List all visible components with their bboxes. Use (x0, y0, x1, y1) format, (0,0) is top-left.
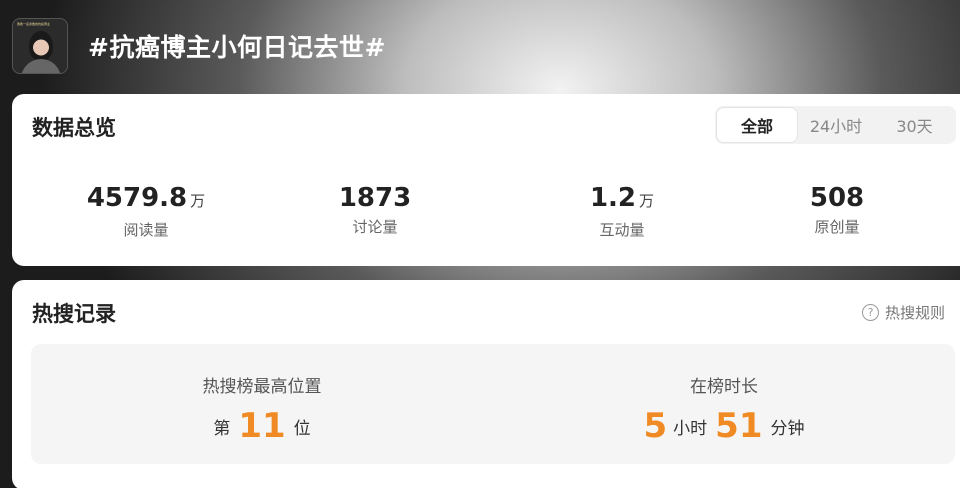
hot-search-rules-link[interactable]: ? 热搜规则 (862, 302, 945, 323)
reads-value: 4579.8 (86, 183, 188, 213)
interactions-unit: 万 (639, 192, 655, 210)
peak-rank: 11 (238, 406, 286, 446)
hot-search-title: 热搜记录 (32, 302, 116, 326)
portrait-body (21, 59, 61, 73)
hot-search-card: 热搜记录 ? 热搜规则 热搜榜最高位置 第 11 位 在榜时长 5 小时 51 分钟 (12, 280, 960, 488)
original-value: 508 (809, 183, 865, 213)
peak-suffix: 位 (293, 419, 311, 439)
reads-label: 阅读量 (123, 221, 169, 239)
reads-unit: 万 (190, 192, 206, 210)
peak-prefix: 第 (213, 419, 231, 439)
interactions-value: 1.2 (589, 183, 637, 213)
rules-label: 热搜规则 (885, 304, 946, 322)
stat-original: 508 原创量 (737, 182, 937, 237)
hot-search-panel: 热搜榜最高位置 第 11 位 在榜时长 5 小时 51 分钟 (31, 344, 955, 464)
question-icon: ? (862, 304, 879, 321)
peak-position: 热搜榜最高位置 第 11 位 (31, 344, 493, 464)
tab-24h[interactable]: 24小时 (797, 108, 875, 142)
tab-all[interactable]: 全部 (717, 108, 797, 142)
thumbnail-caption: 致敬一名勇敢的抗癌博主 (17, 22, 51, 26)
stat-reads: 4579.8 万 阅读量 (46, 182, 246, 240)
duration-hours: 5 (643, 406, 668, 446)
stat-value: 1873 (275, 182, 475, 214)
discussions-label: 讨论量 (352, 218, 398, 236)
overview-title: 数据总览 (32, 116, 116, 140)
topic-header: 致敬一名勇敢的抗癌博主 #抗癌博主小何日记去世# (0, 0, 960, 94)
portrait-image (29, 31, 53, 61)
interactions-label: 互动量 (599, 221, 645, 239)
peak-value-row: 第 11 位 (31, 406, 493, 446)
original-label: 原创量 (814, 218, 860, 236)
duration-value-row: 5 小时 51 分钟 (493, 406, 955, 446)
stat-value: 4579.8 万 (46, 182, 246, 217)
stat-value: 1.2 万 (522, 182, 722, 217)
duration-label: 在榜时长 (690, 377, 758, 397)
stat-value: 508 (737, 182, 937, 214)
discussions-value: 1873 (338, 183, 412, 213)
minutes-unit: 分钟 (770, 419, 805, 439)
tab-30d[interactable]: 30天 (875, 108, 954, 142)
hours-unit: 小时 (673, 419, 708, 439)
peak-label: 热搜榜最高位置 (202, 377, 322, 397)
stat-discussions: 1873 讨论量 (275, 182, 475, 237)
topic-title: #抗癌博主小何日记去世# (88, 33, 386, 62)
duration-minutes: 51 (715, 406, 763, 446)
topic-thumbnail[interactable]: 致敬一名勇敢的抗癌博主 (12, 18, 68, 74)
time-range-tabs: 全部 24小时 30天 (715, 106, 956, 144)
stat-interactions: 1.2 万 互动量 (522, 182, 722, 240)
data-overview-card: 数据总览 全部 24小时 30天 4579.8 万 阅读量 1873 讨论量 1.… (12, 94, 960, 266)
duration-on-list: 在榜时长 5 小时 51 分钟 (493, 344, 955, 464)
